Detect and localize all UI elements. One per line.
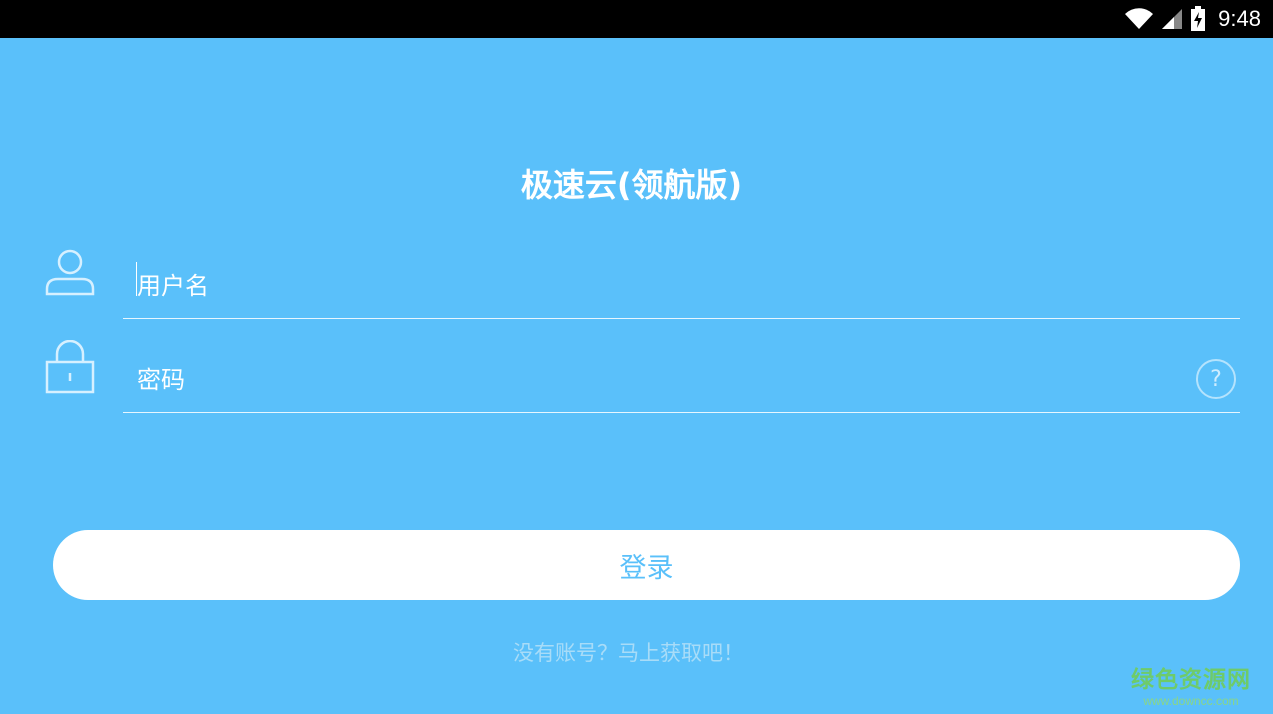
app-title: 极速云(领航版) [520, 166, 743, 204]
help-icon: ? [1210, 366, 1222, 392]
wifi-icon [1125, 8, 1154, 30]
status-time: 9:48 [1218, 6, 1261, 31]
username-input[interactable] [137, 266, 1137, 306]
login-button[interactable]: 登录 [53, 530, 1240, 600]
user-icon [45, 249, 95, 296]
login-screen: 9:48 极速云(领航版) ? 登录 没有账号？马上获取吧！ 绿色资源网 www… [0, 0, 1273, 714]
battery-charging-icon [1191, 6, 1206, 31]
password-help-button[interactable]: ? [1196, 359, 1236, 399]
watermark-logo-text: 绿色资源网 [1131, 667, 1251, 693]
status-icons: 9:48 [1124, 0, 1261, 38]
username-row [123, 256, 1240, 319]
lock-icon [45, 340, 95, 394]
watermark: 绿色资源网 www.downcc.com [1131, 660, 1251, 708]
password-input[interactable] [137, 360, 1137, 400]
password-row: ? [123, 350, 1240, 413]
status-bar: 9:48 [0, 0, 1273, 38]
get-account-link[interactable]: 没有账号？马上获取吧！ [0, 637, 1257, 667]
signal-icon [1162, 9, 1183, 29]
watermark-url: www.downcc.com [1143, 694, 1239, 708]
